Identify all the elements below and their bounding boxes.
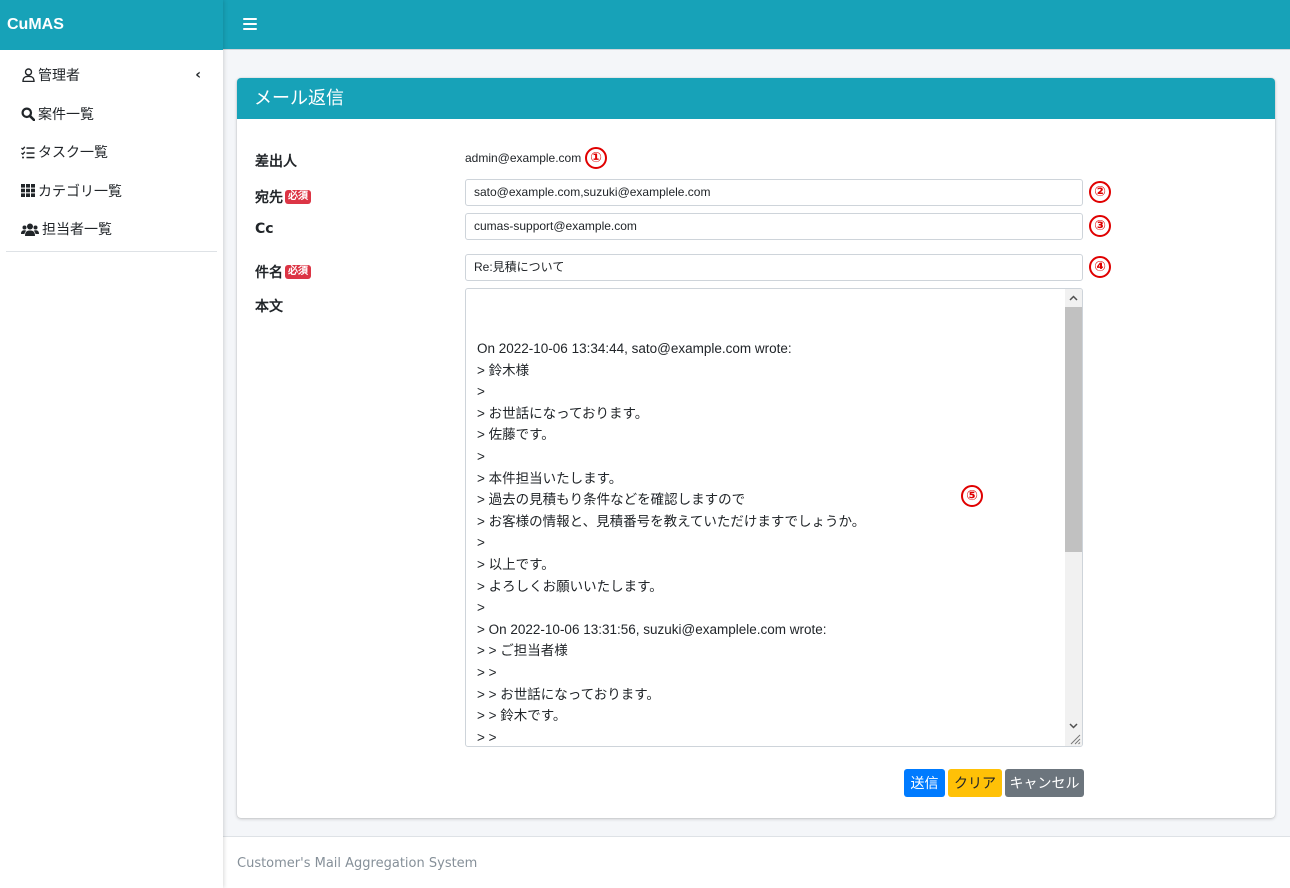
sidebar-item-admin[interactable]: 管理者 ‹ xyxy=(6,56,217,95)
scroll-thumb[interactable] xyxy=(1065,307,1082,552)
subject-label: 件名 必須 xyxy=(255,262,311,282)
sidebar-item-label: 案件一覧 xyxy=(38,106,94,123)
sidebar-item-staff[interactable]: 担当者一覧 xyxy=(6,210,217,249)
annotation-1: ① xyxy=(585,147,607,169)
from-label: 差出人 xyxy=(255,154,297,170)
grid-icon xyxy=(20,183,36,199)
sidebar-divider xyxy=(6,250,217,252)
to-field[interactable]: sato@example.com,suzuki@examplele.com xyxy=(465,179,1083,206)
footer-text: Customer's Mail Aggregation System xyxy=(237,856,478,871)
footer: Customer's Mail Aggregation System xyxy=(223,836,1290,888)
cc-field[interactable]: cumas-support@example.com xyxy=(465,213,1083,240)
resize-handle-icon[interactable] xyxy=(1069,733,1081,745)
sidebar-item-label: カテゴリ一覧 xyxy=(38,183,122,200)
body-scrollbar[interactable] xyxy=(1065,289,1082,746)
required-badge: 必須 xyxy=(285,265,311,279)
users-icon xyxy=(20,221,40,237)
sidebar-item-categories[interactable]: カテゴリ一覧 xyxy=(6,172,217,211)
clear-button[interactable]: クリア xyxy=(948,769,1002,797)
to-label: 宛先 必須 xyxy=(255,187,311,207)
annotation-3: ③ xyxy=(1089,215,1111,237)
search-icon xyxy=(20,106,36,122)
scroll-down-icon[interactable] xyxy=(1065,717,1082,734)
chevron-left-icon[interactable]: ‹ xyxy=(195,56,201,95)
sidebar-nav: 管理者 ‹ 案件一覧 タスク一覧 カテゴリ一覧 担当者一覧 xyxy=(0,50,223,252)
sidebar-item-tasks[interactable]: タスク一覧 xyxy=(6,133,217,172)
annotation-2: ② xyxy=(1089,181,1111,203)
brand-logo[interactable]: CuMAS xyxy=(0,0,223,50)
annotation-4: ④ xyxy=(1089,256,1111,278)
cancel-button[interactable]: キャンセル xyxy=(1005,769,1084,797)
subject-field[interactable]: Re:見積について xyxy=(465,254,1083,281)
required-badge: 必須 xyxy=(285,190,311,204)
topbar xyxy=(223,0,1290,50)
sidebar-item-cases[interactable]: 案件一覧 xyxy=(6,95,217,134)
body-text[interactable]: On 2022-10-06 13:34:44, sato@example.com… xyxy=(477,338,1057,746)
body-textarea[interactable]: On 2022-10-06 13:34:44, sato@example.com… xyxy=(465,288,1083,747)
card-title: メール返信 xyxy=(237,78,1275,119)
scroll-up-icon[interactable] xyxy=(1065,289,1082,306)
from-value: admin@example.com xyxy=(465,151,582,165)
cc-label: Cc xyxy=(255,221,274,237)
send-button[interactable]: 送信 xyxy=(904,769,945,797)
menu-toggle-icon[interactable] xyxy=(243,17,257,31)
sidebar-item-label: 担当者一覧 xyxy=(42,222,112,239)
task-list-icon xyxy=(20,144,36,160)
user-icon xyxy=(20,67,36,83)
sidebar: CuMAS 管理者 ‹ 案件一覧 タスク一覧 カテゴリ一覧 担当者一覧 xyxy=(0,0,223,888)
annotation-5: ⑤ xyxy=(961,485,983,507)
body-label: 本文 xyxy=(255,299,283,315)
sidebar-item-label: タスク一覧 xyxy=(38,145,108,162)
sidebar-item-label: 管理者 xyxy=(38,68,80,85)
mail-reply-card: メール返信 差出人 admin@example.com 宛先 必須 sato@ex… xyxy=(237,78,1275,818)
